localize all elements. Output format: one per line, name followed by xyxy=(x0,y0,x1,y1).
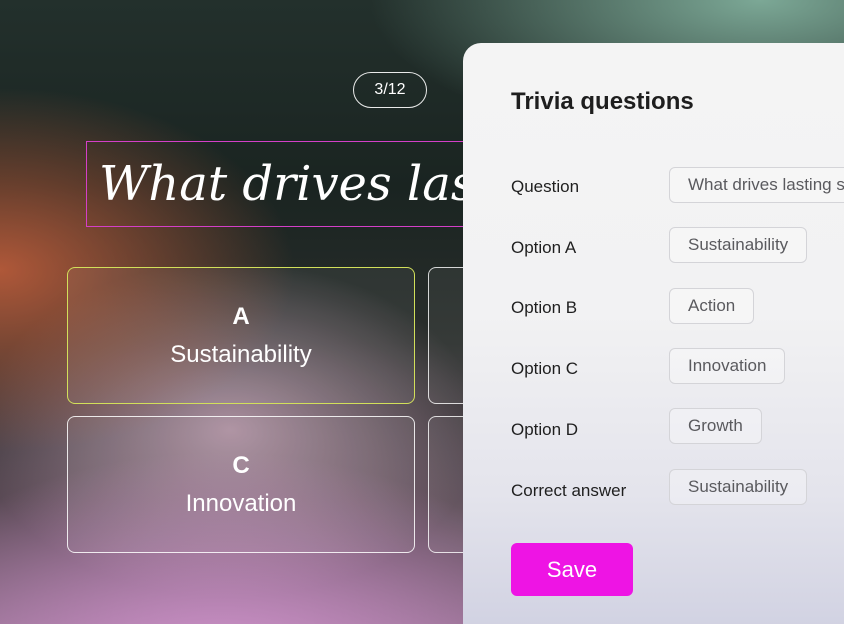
question-display: What drives lasting success? xyxy=(86,141,506,227)
trivia-editor-panel: Trivia questions Question What drives la… xyxy=(463,43,844,624)
option-d-field[interactable]: Growth xyxy=(669,408,762,444)
option-d-field-label: Option D xyxy=(511,420,579,439)
answer-card-a[interactable]: A Sustainability xyxy=(67,267,415,404)
correct-answer-field[interactable]: Sustainability xyxy=(669,469,808,505)
option-c-field[interactable]: Innovation xyxy=(669,348,786,384)
option-b-field[interactable]: Action xyxy=(669,288,755,324)
question-field[interactable]: What drives lasting success? xyxy=(669,167,844,203)
question-counter: 3/12 xyxy=(353,72,427,108)
panel-title: Trivia questions xyxy=(511,88,694,115)
answer-card-c[interactable]: C Innovation xyxy=(67,416,415,553)
answer-label-a: Sustainability xyxy=(170,340,312,368)
answer-label-c: Innovation xyxy=(185,489,297,517)
answer-letter-c: C xyxy=(232,451,250,479)
option-c-field-label: Option C xyxy=(511,359,579,378)
question-counter-text: 3/12 xyxy=(374,81,406,98)
answer-letter-a: A xyxy=(232,302,250,330)
option-a-field[interactable]: Sustainability xyxy=(669,227,808,263)
option-a-field-label: Option A xyxy=(511,238,577,257)
game-stage: 3/12 What drives lasting success? A Sust… xyxy=(0,0,844,624)
question-text: What drives lasting success? xyxy=(99,156,505,212)
correct-answer-field-label: Correct answer xyxy=(511,481,627,500)
save-button[interactable]: Save xyxy=(511,543,633,596)
question-field-label: Question xyxy=(511,177,580,196)
option-b-field-label: Option B xyxy=(511,298,578,317)
